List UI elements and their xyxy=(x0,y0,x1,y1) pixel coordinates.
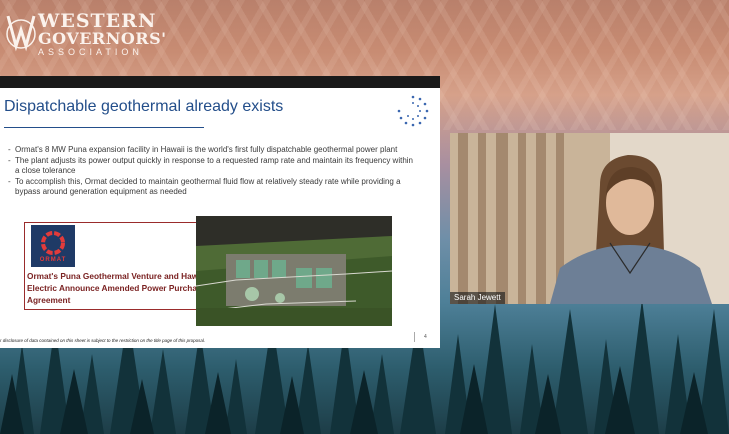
slide-disclaimer: r disclosure of data contained on this s… xyxy=(0,338,206,343)
ormat-news-headline: Ormat's Puna Geothermal Venture and Hawa… xyxy=(27,271,218,305)
brand-line-3: ASSOCIATION xyxy=(38,47,143,57)
brand-line-2: GOVERNORS' xyxy=(38,29,167,48)
bullet-item: To accomplish this, Ormat decided to mai… xyxy=(8,177,418,197)
shared-slide[interactable]: Dispatchable geothermal already exists O… xyxy=(0,76,440,348)
title-underline xyxy=(4,127,204,128)
participant-name-tag: Sarah Jewett xyxy=(450,292,505,304)
slide-bullet-list: Ormat's 8 MW Puna expansion facility in … xyxy=(8,145,418,198)
participant-video-tile[interactable]: Sarah Jewett xyxy=(450,133,729,304)
wga-logo: WESTERN GOVERNORS' ASSOCIATION xyxy=(4,6,167,58)
wga-logo-mark-icon xyxy=(6,15,36,52)
slide-page-number: 4 xyxy=(424,334,427,340)
ormat-news-card: ORMAT Ormat's Puna Geothermal Venture an… xyxy=(24,222,220,310)
geothermal-plant-photo xyxy=(196,216,392,326)
slide-top-bar xyxy=(0,76,440,88)
ormat-logo: ORMAT xyxy=(31,225,75,267)
page-separator xyxy=(414,332,415,342)
bullet-item: Ormat's 8 MW Puna expansion facility in … xyxy=(8,145,418,155)
bullet-item: The plant adjusts its power output quick… xyxy=(8,156,418,176)
ormat-ring-icon xyxy=(41,231,65,255)
dotted-circle-logo-icon xyxy=(397,95,429,127)
slide-title: Dispatchable geothermal already exists xyxy=(4,98,284,115)
ormat-logo-text: ORMAT xyxy=(39,257,67,263)
participant-video-feed xyxy=(450,133,729,304)
